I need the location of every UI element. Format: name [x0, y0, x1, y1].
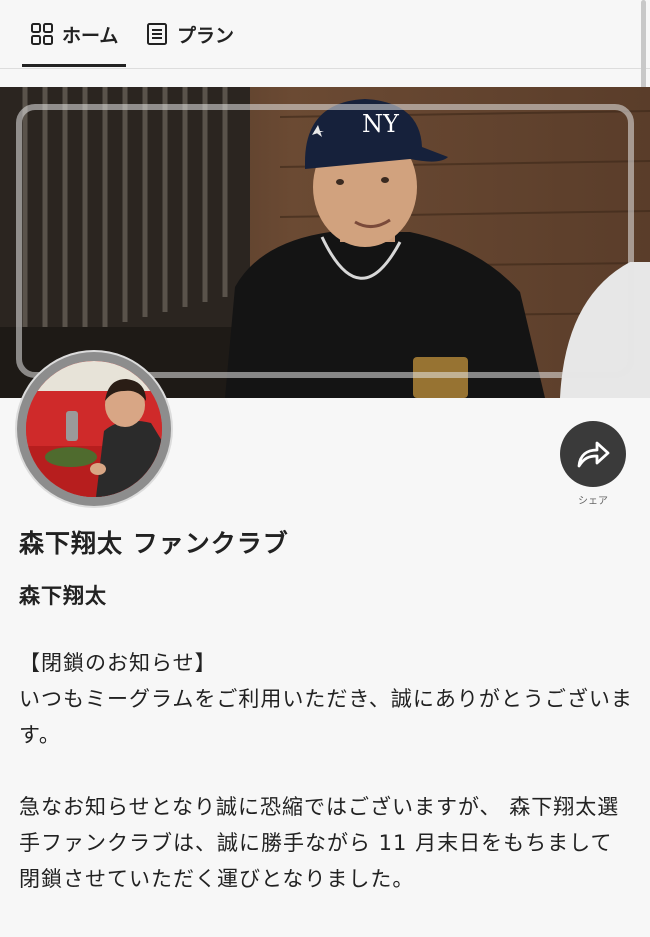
- fanclub-title: 森下翔太 ファンクラブ: [19, 529, 289, 558]
- active-tab-indicator: [22, 64, 126, 67]
- notice-paragraph-2: 急なお知らせとなり誠に恐縮ではございますが、 森下翔太選手ファンクラブは、誠に勝…: [19, 795, 620, 891]
- tab-plan[interactable]: プラン: [145, 0, 234, 68]
- notice-text: 【閉鎖のお知らせ】 いつもミーグラムをご利用いただき、誠にありがとうございます。…: [19, 645, 633, 897]
- cap-logo: NY: [362, 110, 400, 138]
- notice-paragraph-1: いつもミーグラムをご利用いただき、誠にありがとうございます。: [19, 687, 633, 747]
- tab-plan-label: プラン: [177, 24, 235, 47]
- share-button[interactable]: [560, 421, 626, 487]
- tab-home[interactable]: ホーム: [30, 0, 118, 68]
- owner-name: 森下翔太: [19, 584, 107, 608]
- avatar-illustration: [26, 361, 162, 497]
- scrollbar[interactable]: [641, 0, 646, 92]
- notice-heading: 【閉鎖のお知らせ】: [19, 651, 217, 675]
- avatar-photo: [26, 361, 162, 497]
- avatar[interactable]: [17, 352, 171, 506]
- document-icon: [147, 23, 167, 45]
- fanclub-page: ホーム プラン NY シェア 森下翔太 ファンクラブ 森下翔太 【閉鎖のお知らせ…: [0, 0, 650, 937]
- grid-icon: [31, 23, 53, 45]
- share-arrow-icon: [577, 441, 610, 468]
- tab-bar: ホーム プラン: [0, 0, 650, 92]
- tab-home-label: ホーム: [62, 24, 119, 47]
- share-label: シェア: [578, 496, 608, 507]
